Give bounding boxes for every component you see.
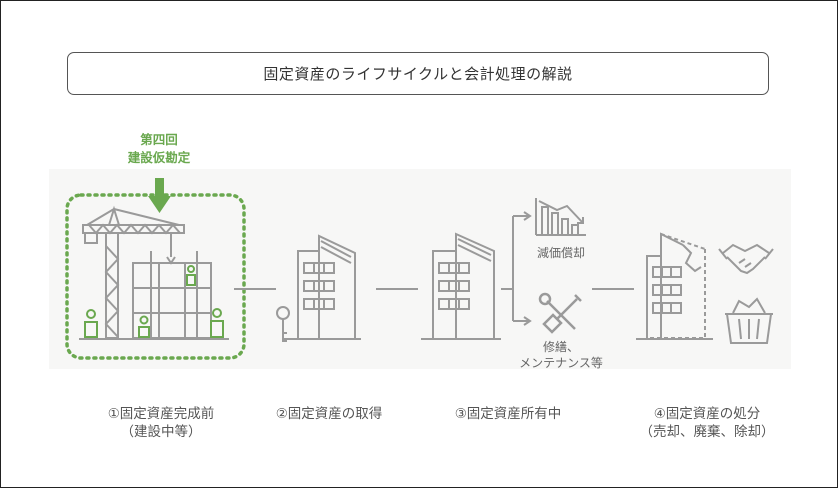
trash-basket-icon (725, 297, 773, 344)
depreciation-label: 減価償却 (525, 245, 597, 261)
stage-1-line-2: （建設中等） (120, 424, 202, 440)
declining-chart-icon (535, 198, 586, 236)
depreciation-text: 減価償却 (536, 246, 585, 260)
stage-4-line-2: （売却、廃棄、除却） (639, 424, 775, 440)
wrench-screwdriver-icon (538, 292, 582, 334)
stage-label-3: ③固定資産所有中 (433, 405, 583, 423)
repair-line-2: メンテナンス等 (519, 356, 603, 370)
stage-3-line-1: ③固定資産所有中 (454, 406, 562, 422)
stage-label-2: ②固定資産の取得 (254, 405, 404, 423)
crane-construction-icon (79, 205, 229, 340)
repair-line-1: 修繕、 (542, 340, 579, 354)
building-key-icon (276, 234, 361, 342)
building-icon (421, 232, 501, 340)
stage-2-line-1: ②固定資産の取得 (275, 406, 383, 422)
repair-label: 修繕、 メンテナンス等 (505, 339, 617, 371)
handshake-icon (718, 243, 774, 275)
diagram-frame: 固定資産のライフサイクルと会計処理の解説 第四回 建設仮勘定 減価償却 修繕、 … (0, 0, 838, 488)
stage-4-line-1: ④固定資産の処分 (653, 406, 761, 422)
stage-label-4: ④固定資産の処分 （売却、廃棄、除却） (627, 405, 787, 441)
stage-label-1: ①固定資産完成前 （建設中等） (86, 405, 236, 441)
stage-1-line-1: ①固定資産完成前 (107, 406, 215, 422)
demolished-building-icon (636, 232, 713, 340)
